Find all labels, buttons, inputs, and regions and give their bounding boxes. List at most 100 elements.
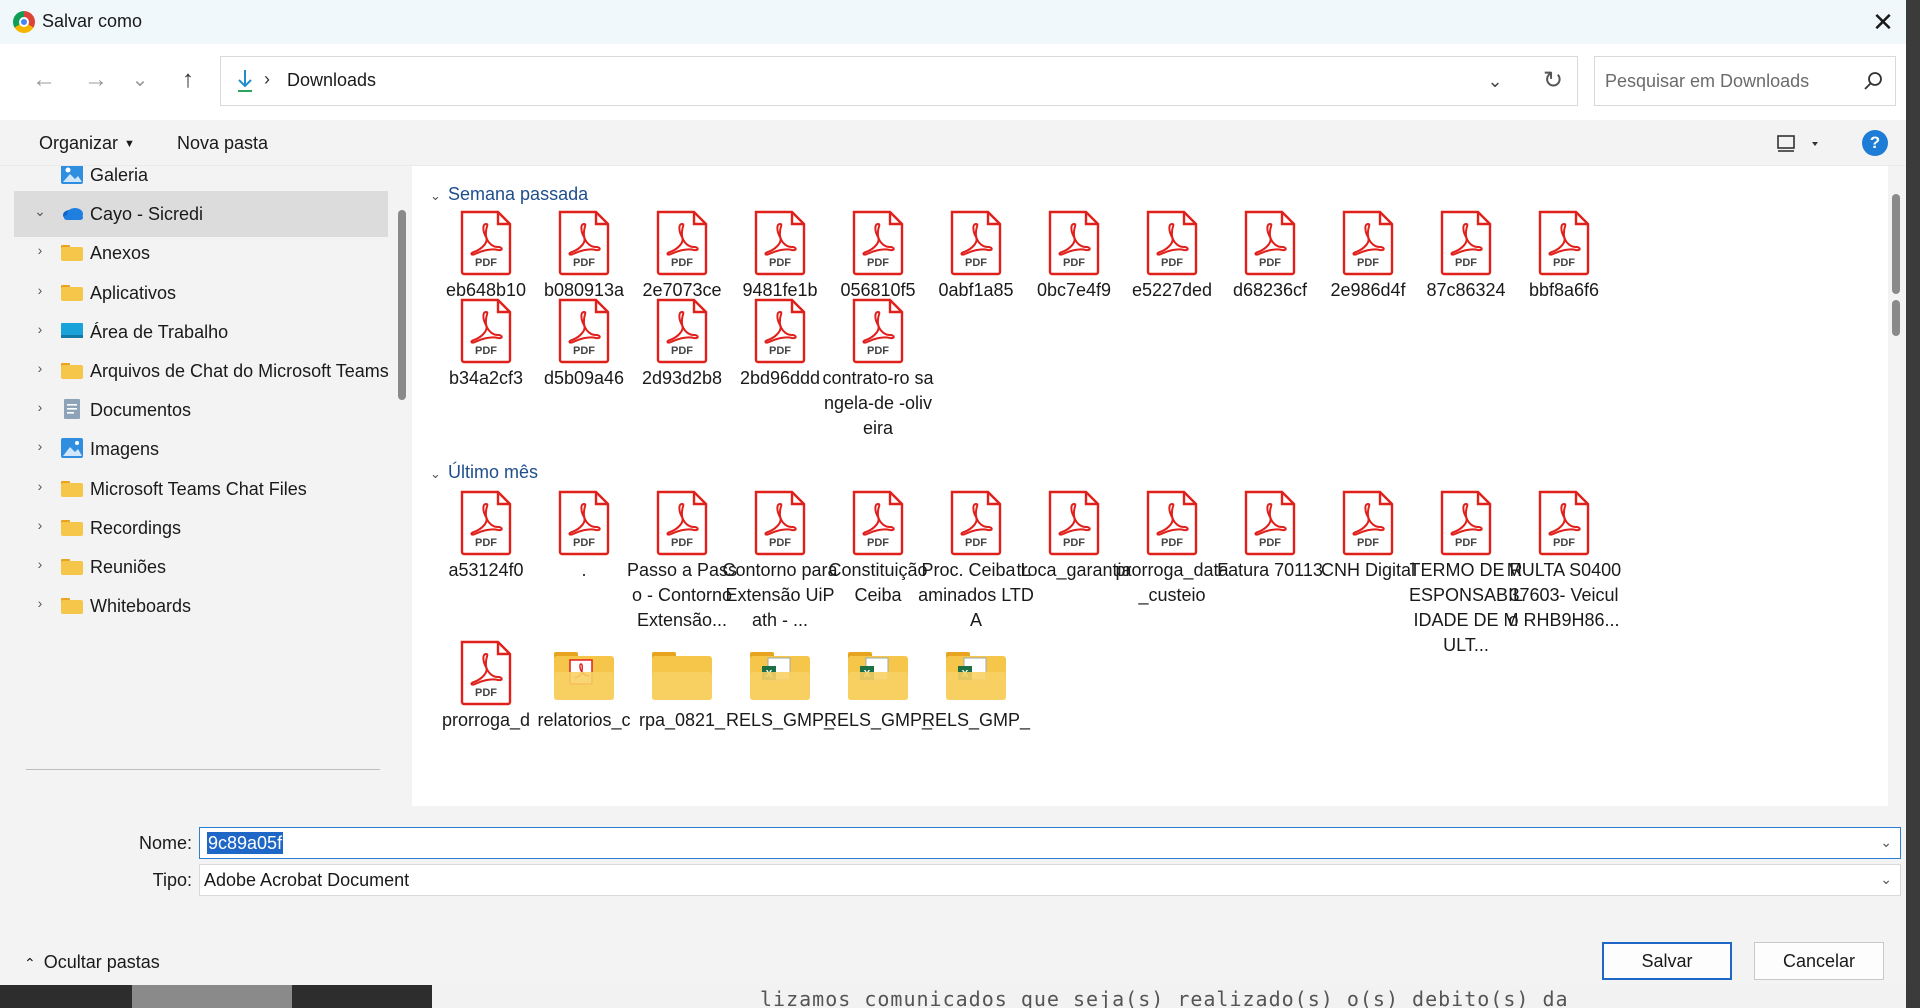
sidebar-item-label: Cayo - Sicredi — [90, 204, 204, 225]
content-scrollbar-thumb[interactable] — [1892, 194, 1900, 294]
folder-icon — [60, 359, 84, 381]
pdf-file[interactable]: PDF bbf8a6f6 — [1506, 210, 1622, 303]
group-header[interactable]: ⌄ Último mês — [430, 462, 538, 483]
search-box[interactable] — [1594, 56, 1896, 106]
view-options-button[interactable] — [1772, 130, 1824, 158]
pdf-file[interactable]: PDF contrato-ro sangela-de -oliveira — [820, 298, 936, 441]
pdf-icon: PDF — [556, 298, 612, 364]
pdf-icon: PDF — [458, 640, 514, 706]
file-name: contrato-ro sangela-de -oliveira — [822, 368, 934, 438]
recent-locations-button[interactable]: ⌄ — [124, 64, 156, 96]
chevron-right-icon[interactable]: › — [32, 595, 48, 611]
svg-text:PDF: PDF — [965, 537, 987, 549]
chevron-right-icon[interactable]: › — [32, 242, 48, 258]
chevron-right-icon[interactable]: › — [32, 360, 48, 376]
pdf-icon: PDF — [1242, 490, 1298, 556]
svg-text:PDF: PDF — [769, 345, 791, 357]
pdf-icon: PDF — [458, 298, 514, 364]
address-bar[interactable]: › Downloads ⌄ — [220, 56, 1578, 106]
content-scrollbar-thumb[interactable] — [1892, 300, 1900, 336]
breadcrumb-downloads[interactable]: Downloads — [287, 70, 376, 91]
chevron-down-icon[interactable]: ⌄ — [1880, 871, 1892, 888]
folder-icon — [60, 594, 84, 616]
svg-text:PDF: PDF — [1553, 537, 1575, 549]
svg-text:PDF: PDF — [573, 537, 595, 549]
sidebar-item-label: Recordings — [90, 517, 182, 538]
svg-text:PDF: PDF — [867, 257, 889, 269]
file-name: bbf8a6f6 — [1528, 280, 1600, 300]
chevron-right-icon[interactable]: › — [32, 438, 48, 454]
search-input[interactable] — [1605, 69, 1845, 93]
organize-menu[interactable]: Organizar ▼ — [39, 133, 135, 154]
file-name: MULTA S040037603- Veiculo RHB9H86... — [1506, 560, 1622, 630]
cancel-button[interactable]: Cancelar — [1754, 942, 1884, 980]
chevron-right-icon[interactable]: › — [32, 517, 48, 533]
file-name-field[interactable]: 9c89a05f ⌄ — [199, 827, 1901, 859]
nav-scrollbar[interactable] — [398, 210, 406, 400]
group-title: Último mês — [448, 462, 539, 482]
chevron-down-icon[interactable]: ⌄ — [430, 188, 448, 204]
type-label: Tipo: — [152, 870, 192, 890]
pdf-icon: PDF — [1536, 210, 1592, 276]
chevron-down-icon[interactable]: ⌄ — [32, 203, 48, 220]
help-button[interactable]: ? — [1862, 130, 1888, 156]
up-button[interactable]: ↑ — [172, 64, 204, 96]
chevron-right-icon[interactable]: › — [32, 282, 48, 298]
background-terminal-text: lizamos comunicados que seja(s) realizad… — [760, 987, 1569, 1008]
pdf-icon: PDF — [850, 490, 906, 556]
excel-folder-icon: X — [848, 640, 908, 706]
pdf-icon: PDF — [948, 210, 1004, 276]
hide-folders-button[interactable]: ⌃ Ocultar pastas — [24, 952, 160, 973]
folder-icon — [60, 516, 84, 538]
sidebar-item-whiteboards[interactable]: › Whiteboards — [14, 583, 388, 629]
file-name-selected-text[interactable]: 9c89a05f — [207, 832, 284, 854]
chevron-right-icon[interactable]: › — [32, 321, 48, 337]
pdf-folder-icon — [554, 640, 614, 706]
pdf-file[interactable]: PDF MULTA S040037603- Veiculo RHB9H86... — [1506, 490, 1622, 633]
search-icon[interactable] — [1861, 69, 1885, 93]
sidebar-item-label: Reuniões — [90, 557, 167, 577]
onedrive-icon — [60, 202, 84, 224]
pdf-icon: PDF — [458, 490, 514, 556]
excel-folder-icon: X — [946, 640, 1006, 706]
file-type-select[interactable]: Adobe Acrobat Document ⌄ — [199, 864, 1901, 896]
excel-folder-icon: X — [750, 640, 810, 706]
save-button[interactable]: Salvar — [1602, 942, 1732, 980]
chevron-right-icon[interactable]: › — [32, 399, 48, 415]
pdf-icon: PDF — [752, 490, 808, 556]
address-history-dropdown[interactable]: ⌄ — [1481, 67, 1509, 95]
pdf-icon: PDF — [1046, 210, 1102, 276]
gallery-icon — [60, 166, 84, 185]
pdf-icon: PDF — [1438, 490, 1494, 556]
pdf-icon: PDF — [1340, 210, 1396, 276]
chrome-icon — [13, 11, 35, 33]
chevron-down-icon[interactable]: ⌄ — [1880, 834, 1892, 851]
pdf-icon: PDF — [948, 490, 1004, 556]
background-block — [0, 985, 132, 1008]
new-folder-button[interactable]: Nova pasta — [177, 133, 268, 154]
svg-text:PDF: PDF — [475, 537, 497, 549]
chevron-right-icon[interactable]: › — [32, 556, 48, 572]
chevron-down-icon[interactable]: ⌄ — [430, 466, 448, 482]
sidebar-item-label: Documentos — [90, 400, 192, 421]
svg-text:PDF: PDF — [769, 257, 791, 269]
navigation-pane[interactable]: Galeria ⌄ Cayo - Sicredi › Anexos › Aplicativo… — [0, 166, 412, 806]
file-name: RELS_GMP_ — [921, 710, 1031, 730]
svg-text:PDF: PDF — [475, 257, 497, 269]
group-header[interactable]: ⌄ Semana passada — [430, 184, 588, 205]
forward-button[interactable]: → — [80, 64, 112, 96]
svg-text:PDF: PDF — [1063, 537, 1085, 549]
pdf-icon: PDF — [654, 298, 710, 364]
sidebar-item-label: Arquivos de Chat do Microsoft Teams — [90, 361, 389, 381]
svg-text:PDF: PDF — [867, 537, 889, 549]
chevron-right-icon[interactable]: › — [32, 478, 48, 494]
pdf-icon: PDF — [1438, 210, 1494, 276]
desktop-icon — [60, 320, 84, 342]
back-button[interactable]: ← — [28, 64, 60, 96]
refresh-button[interactable]: ↻ — [1538, 66, 1568, 96]
close-button[interactable]: ✕ — [1866, 6, 1900, 38]
folder-item[interactable]: X RELS_GMP_ — [918, 640, 1034, 733]
file-type-value: Adobe Acrobat Document — [204, 870, 410, 890]
pdf-icon: PDF — [654, 490, 710, 556]
file-list[interactable]: ⌄ Semana passada PDF eb648b10 PDF b080913a PDF… — [416, 166, 1886, 806]
